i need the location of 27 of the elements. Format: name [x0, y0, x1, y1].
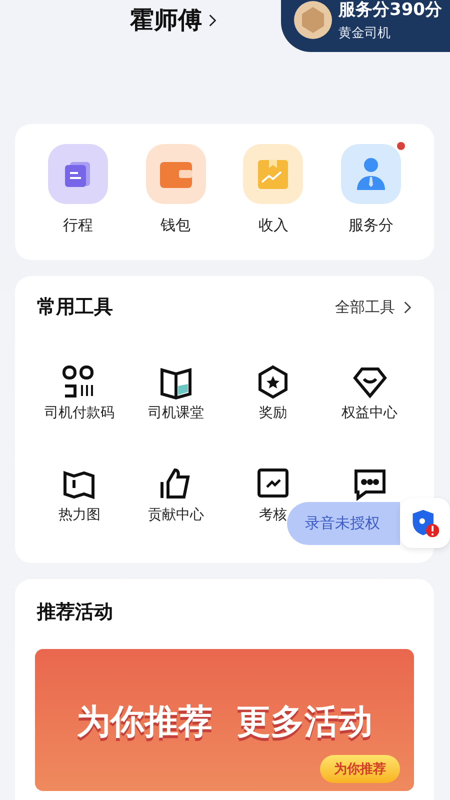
section-title: 推荐活动	[36, 600, 114, 625]
recording-permission-button[interactable]: 录音未授权	[287, 502, 400, 544]
service-score: 服务分390分	[338, 0, 442, 21]
tool-label: 考核	[258, 506, 287, 524]
section-title: 常用工具	[37, 295, 113, 320]
tool-label: 热力图	[58, 506, 100, 524]
tool-label: 奖励	[258, 404, 287, 422]
all-tools-link[interactable]: 全部工具	[335, 298, 412, 316]
medal-icon	[292, 0, 332, 40]
shortcut-label: 钱包	[160, 216, 191, 235]
shortcut-label: 收入	[258, 216, 288, 235]
person-icon[interactable]	[341, 144, 402, 204]
tool-label: 司机课堂	[148, 404, 204, 422]
shield-alert-button[interactable]	[400, 498, 450, 548]
banner-headline: 为你推荐 更多活动	[76, 701, 372, 744]
shortcut-label: 服务分	[348, 216, 394, 235]
driver-level: 黄金司机	[338, 25, 392, 42]
chevron-right-icon	[403, 300, 412, 314]
chevron-right-icon	[208, 12, 217, 28]
tool-label: 权益中心	[342, 404, 398, 422]
service-score-panel[interactable]: 服务分390分 黄金司机	[280, 0, 450, 52]
tool-label: 司机付款码	[44, 404, 114, 422]
wallet-icon[interactable]	[146, 144, 206, 204]
document-icon[interactable]	[48, 144, 108, 204]
driver-name[interactable]: 霍师傅	[130, 4, 202, 36]
shortcut-label: 行程	[62, 216, 93, 235]
tool-label: 贡献中心	[148, 506, 204, 524]
